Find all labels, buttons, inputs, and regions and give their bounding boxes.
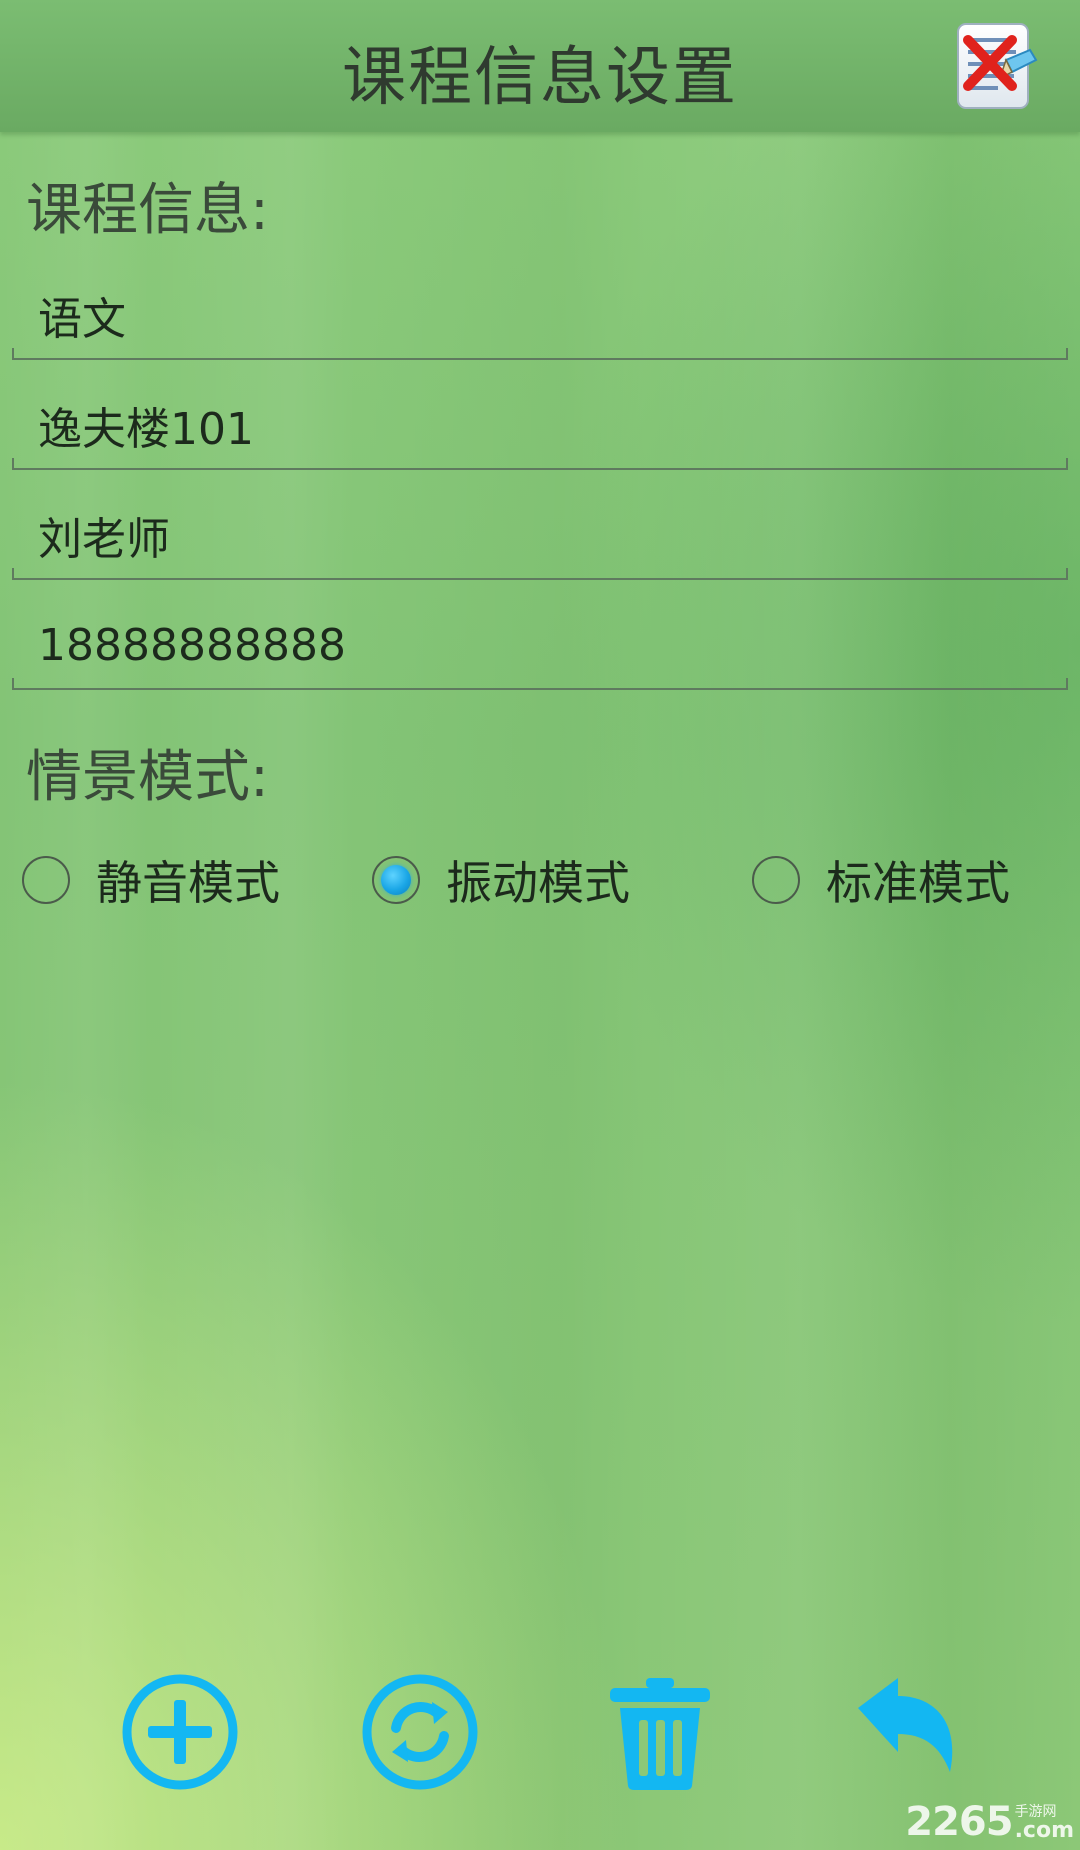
- refresh-button[interactable]: [360, 1672, 480, 1792]
- watermark: 2265 手游网 .com: [905, 1802, 1074, 1842]
- phone-field: [12, 592, 1068, 690]
- clear-document-icon: [957, 23, 1038, 109]
- title-bar: 课程信息设置: [0, 0, 1080, 132]
- teacher-field: [12, 482, 1068, 580]
- add-icon: [122, 1674, 238, 1790]
- add-button[interactable]: [120, 1672, 240, 1792]
- phone-input[interactable]: [38, 610, 1038, 680]
- location-input[interactable]: [38, 390, 1038, 460]
- course-name-field: [12, 262, 1068, 360]
- mode-label: 情景模式:: [26, 745, 269, 810]
- radio-standard-mode[interactable]: 标准模式: [752, 848, 1010, 912]
- watermark-side: 手游网 .com: [1015, 1804, 1074, 1842]
- radio-label-silent: 静音模式: [96, 856, 280, 910]
- watermark-bottom-text: .com: [1014, 1818, 1074, 1843]
- delete-button[interactable]: [600, 1672, 720, 1792]
- back-button[interactable]: [848, 1672, 968, 1792]
- teacher-input[interactable]: [38, 500, 1038, 570]
- refresh-icon: [362, 1674, 478, 1790]
- radio-vibrate-mode[interactable]: 振动模式: [372, 848, 630, 912]
- back-arrow-icon: [858, 1678, 953, 1772]
- radio-label-vibrate: 振动模式: [446, 856, 630, 910]
- radio-silent-mode[interactable]: 静音模式: [22, 848, 280, 912]
- course-name-input[interactable]: [38, 280, 1038, 350]
- clear-form-button[interactable]: [954, 20, 1038, 112]
- page-title: 课程信息设置: [342, 41, 738, 115]
- radio-button-unchecked[interactable]: [752, 856, 800, 904]
- trash-icon: [610, 1678, 710, 1790]
- watermark-number: 2265: [905, 1799, 1013, 1845]
- location-field: [12, 372, 1068, 470]
- radio-button-unchecked[interactable]: [22, 856, 70, 904]
- radio-label-standard: 标准模式: [826, 856, 1010, 910]
- radio-button-checked[interactable]: [372, 856, 420, 904]
- course-info-label: 课程信息:: [26, 178, 269, 243]
